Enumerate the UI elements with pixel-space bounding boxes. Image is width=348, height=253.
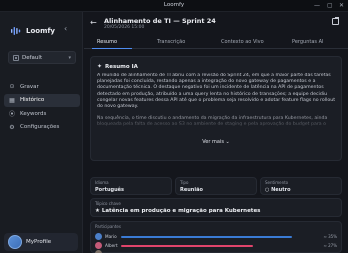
tab-contexto-ao-vivo[interactable]: Contexto ao Vivo <box>221 39 264 45</box>
chevron-down-icon: ▾ <box>68 54 71 61</box>
workspace-selector[interactable]: Default ▾ <box>8 51 76 64</box>
record-icon: ⊙ <box>9 83 15 90</box>
history-icon: ▦ <box>9 96 15 104</box>
type-card: Tipo Reunião <box>175 177 257 195</box>
sidebar-item-label: Histórico <box>20 97 45 103</box>
tab-resumo[interactable]: Resumo <box>97 39 117 45</box>
avatar <box>8 235 22 249</box>
tab-bar: Resumo Transcrição Contexto ao Vivo Perg… <box>84 37 348 49</box>
summary-paragraph: A reunião de alinhamento de TI abriu com… <box>97 73 336 110</box>
main-content: ← Alinhamento de TI — Sprint 24 20/05/20… <box>84 12 348 253</box>
participant-row: Albert ≈ 27% <box>95 242 339 250</box>
key-topic-card: Tópico chave ★ Latência em produção e mi… <box>90 198 342 217</box>
participant-percent: ≈ 35% <box>323 234 337 239</box>
sidebar: Loomfy ‹ Default ▾ ⊙ Gravar ▦ Histórico … <box>0 12 83 253</box>
close-button[interactable]: ✕ <box>339 2 344 10</box>
participant-name: Mario <box>105 234 117 239</box>
sidebar-item-historico[interactable]: ▦ Histórico <box>4 93 80 107</box>
workspace-label: Default <box>22 54 43 61</box>
sidebar-nav: ⊙ Gravar ▦ Histórico ⦿ Keywords ⚙ Config… <box>4 80 80 134</box>
workspace-icon <box>13 54 19 61</box>
brand-name: Loomfy <box>26 27 55 35</box>
participants-card: Participantes Mario ≈ 35% Albert ≈ 27% .… <box>90 221 342 253</box>
page-title: Alinhamento de TI — Sprint 24 <box>104 17 216 25</box>
language-card: Idioma Português <box>90 177 172 195</box>
window-titlebar: Loomfy — ▢ ✕ <box>0 0 348 12</box>
profile-button[interactable]: MyProfile <box>4 233 78 251</box>
sidebar-item-gravar[interactable]: ⊙ Gravar <box>4 80 80 93</box>
meeting-date: 20/05/2026 15:00 <box>104 25 145 30</box>
participant-row: Mario ≈ 35% <box>95 233 339 241</box>
brand: Loomfy <box>10 25 55 37</box>
active-tab-indicator <box>92 48 132 49</box>
participant-share-bar <box>121 236 292 238</box>
minimize-button[interactable]: — <box>314 2 320 10</box>
sidebar-item-label: Configurações <box>20 124 60 130</box>
loomfy-logo-icon <box>11 27 21 35</box>
window-title: Loomfy <box>163 2 185 8</box>
type-value: Reunião <box>180 187 203 193</box>
maximize-button[interactable]: ▢ <box>327 2 333 10</box>
participant-avatar <box>95 233 102 240</box>
sidebar-item-label: Gravar <box>20 83 39 90</box>
sidebar-item-label: Keywords <box>20 110 47 117</box>
key-topic-value: ★ Latência em produção e migração para K… <box>95 208 261 214</box>
profile-name: MyProfile <box>26 239 52 245</box>
tab-transcricao[interactable]: Transcrição <box>157 39 185 45</box>
sentiment-value: ○ Neutro <box>265 187 291 193</box>
sidebar-item-keywords[interactable]: ⦿ Keywords <box>4 107 80 120</box>
ai-summary-card: ✦ Resumo IA A reunião de alinhamento de … <box>90 56 342 161</box>
participant-share-bar <box>121 245 253 247</box>
participant-percent: ≈ 27% <box>323 243 337 248</box>
participant-name: Albert <box>105 243 118 248</box>
key-topic-label: Tópico chave <box>95 201 121 206</box>
participants-label: Participantes <box>95 224 121 229</box>
summary-title: Resumo IA <box>105 63 138 70</box>
summary-header: ✦ Resumo IA <box>97 63 138 70</box>
back-arrow-icon[interactable]: ← <box>90 18 97 27</box>
sentiment-label: Sentimento <box>265 180 289 185</box>
participant-avatar <box>95 242 102 249</box>
language-value: Português <box>95 187 125 193</box>
language-label: Idioma <box>95 180 109 185</box>
export-icon[interactable] <box>332 17 339 25</box>
type-label: Tipo <box>180 180 189 185</box>
keywords-icon: ⦿ <box>8 111 15 118</box>
sentiment-card: Sentimento ○ Neutro <box>260 177 342 195</box>
sparkle-icon: ✦ <box>97 63 103 70</box>
collapse-sidebar-icon[interactable]: ‹ <box>64 24 67 33</box>
see-more-button[interactable]: Ver mais ⌄ <box>91 139 341 145</box>
summary-fade <box>97 113 337 129</box>
tab-perguntas-ai[interactable]: Perguntas AI <box>292 39 324 45</box>
gear-icon: ⚙ <box>9 123 15 131</box>
sidebar-item-configuracoes[interactable]: ⚙ Configurações <box>4 121 80 134</box>
